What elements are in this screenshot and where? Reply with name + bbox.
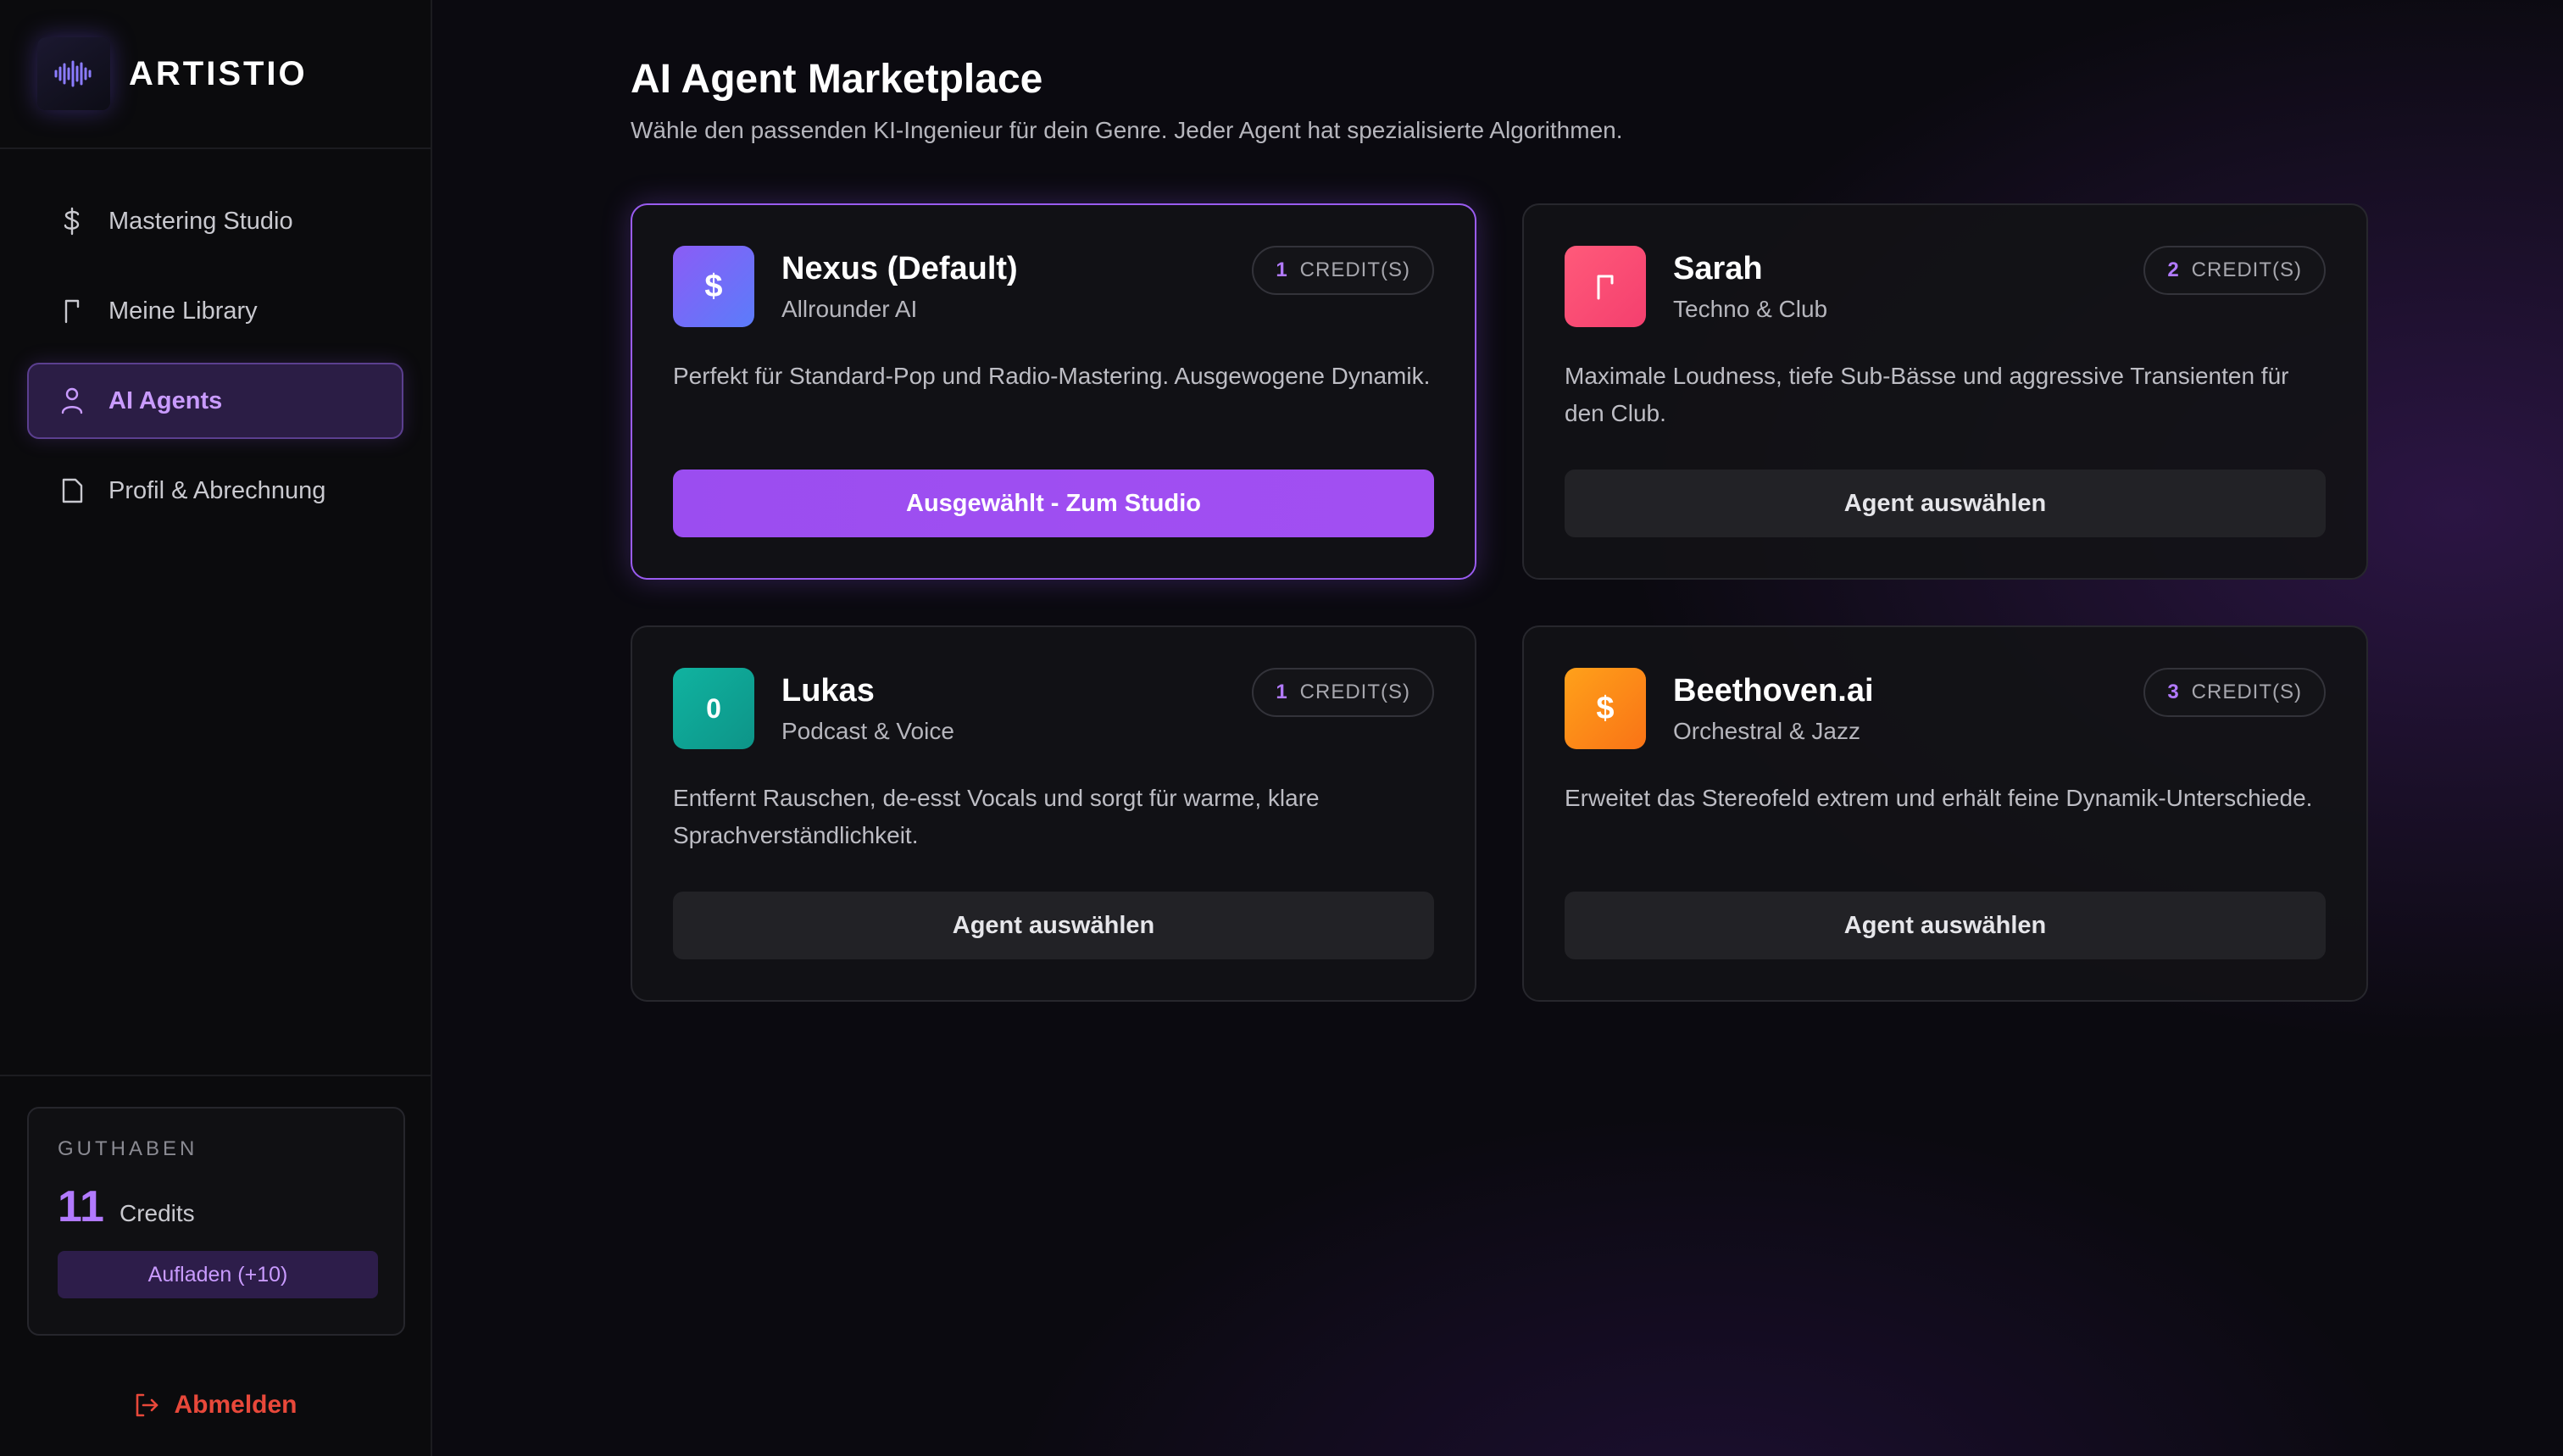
agent-name: Beethoven.ai [1673,673,1874,709]
agent-genre: Podcast & Voice [781,718,954,744]
price-value: 2 [2167,258,2180,281]
balance-card: GUTHABEN 11 Credits Aufladen (+10) [27,1107,405,1336]
logout-icon [133,1392,160,1419]
document-icon [58,476,86,505]
agent-name: Nexus (Default) [781,251,1018,286]
zero-icon: 0 [673,668,754,749]
price-value: 1 [1276,681,1288,703]
sidebar-item-label: Profil & Abrechnung [108,476,326,504]
agent-card-lukas[interactable]: 0 Lukas Podcast & Voice 1 CREDIT(S) Entf… [631,625,1476,1002]
price-value: 3 [2167,681,2180,703]
app-root: ARTISTIO Mastering Studio Meine Library … [0,0,2563,1456]
sidebar-footer: GUTHABEN 11 Credits Aufladen (+10) Abmel… [0,1075,431,1456]
user-icon [58,386,86,415]
agent-card-sarah[interactable]: Sarah Techno & Club 2 CREDIT(S) Maximale… [1522,203,2368,580]
brand-name: ARTISTIO [129,54,308,92]
dollar-icon [58,207,86,236]
bookmark-icon [58,297,86,325]
agent-card-beethoven[interactable]: $ Beethoven.ai Orchestral & Jazz 3 CREDI… [1522,625,2368,1002]
price-badge: 1 CREDIT(S) [1252,668,1434,717]
brand-header: ARTISTIO [0,0,431,149]
balance-row: 11 Credits [58,1181,375,1232]
price-value: 1 [1276,258,1288,281]
agent-meta: Nexus (Default) Allrounder AI [781,251,1018,323]
agent-grid: $ Nexus (Default) Allrounder AI 1 CREDIT… [631,203,2368,1002]
bookmark-icon [1565,246,1646,327]
sidebar-item-profil-abrechnung[interactable]: Profil & Abrechnung [27,453,403,529]
select-agent-button[interactable]: Agent auswählen [673,892,1434,959]
credit-count: 11 [58,1182,104,1231]
agent-genre: Techno & Club [1673,296,1828,322]
agent-meta: Lukas Podcast & Voice [781,673,954,745]
logout-label: Abmelden [174,1391,297,1419]
balance-label: GUTHABEN [58,1137,198,1160]
dollar-icon: $ [1565,668,1646,749]
sidebar-item-meine-library[interactable]: Meine Library [27,273,403,349]
agent-description: Erweitet das Stereofeld extrem und erhäl… [1565,785,2313,811]
sidebar-item-ai-agents[interactable]: AI Agents [27,363,403,439]
agent-meta: Beethoven.ai Orchestral & Jazz [1673,673,1874,745]
sidebar-item-mastering-studio[interactable]: Mastering Studio [27,183,403,259]
price-badge: 2 CREDIT(S) [2143,246,2326,295]
agent-description: Perfekt für Standard-Pop und Radio-Maste… [673,363,1431,389]
sidebar-item-label: AI Agents [108,386,223,414]
price-unit: CREDIT(S) [2191,681,2302,703]
sidebar-item-label: Mastering Studio [108,207,293,235]
price-unit: CREDIT(S) [1299,681,1410,703]
go-to-studio-button[interactable]: Ausgewählt - Zum Studio [673,470,1434,537]
sidebar-nav: Mastering Studio Meine Library AI Agents… [0,149,431,529]
select-agent-button[interactable]: Agent auswählen [1565,470,2326,537]
sidebar-item-label: Meine Library [108,297,258,325]
dollar-icon: $ [673,246,754,327]
agent-description: Maximale Loudness, tiefe Sub-Bässe und a… [1565,363,2289,426]
price-unit: CREDIT(S) [1299,258,1410,281]
agent-genre: Orchestral & Jazz [1673,718,1860,744]
price-badge: 1 CREDIT(S) [1252,246,1434,295]
waveform-logo-icon [37,37,110,110]
agent-name: Sarah [1673,251,1763,286]
page-subtitle: Wähle den passenden KI-Ingenieur für dei… [631,117,1623,143]
credit-unit: Credits [119,1200,195,1226]
agent-card-nexus[interactable]: $ Nexus (Default) Allrounder AI 1 CREDIT… [631,203,1476,580]
select-agent-button[interactable]: Agent auswählen [1565,892,2326,959]
agent-description: Entfernt Rauschen, de-esst Vocals und so… [673,785,1320,848]
agent-name: Lukas [781,673,875,709]
sidebar: ARTISTIO Mastering Studio Meine Library … [0,0,432,1456]
logout-button[interactable]: Abmelden [0,1380,431,1431]
page-title: AI Agent Marketplace [631,57,1043,102]
topup-button[interactable]: Aufladen (+10) [58,1251,378,1298]
price-badge: 3 CREDIT(S) [2143,668,2326,717]
agent-meta: Sarah Techno & Club [1673,251,1827,323]
price-unit: CREDIT(S) [2191,258,2302,281]
main-content: AI Agent Marketplace Wähle den passenden… [432,0,2563,1456]
agent-genre: Allrounder AI [781,296,918,322]
